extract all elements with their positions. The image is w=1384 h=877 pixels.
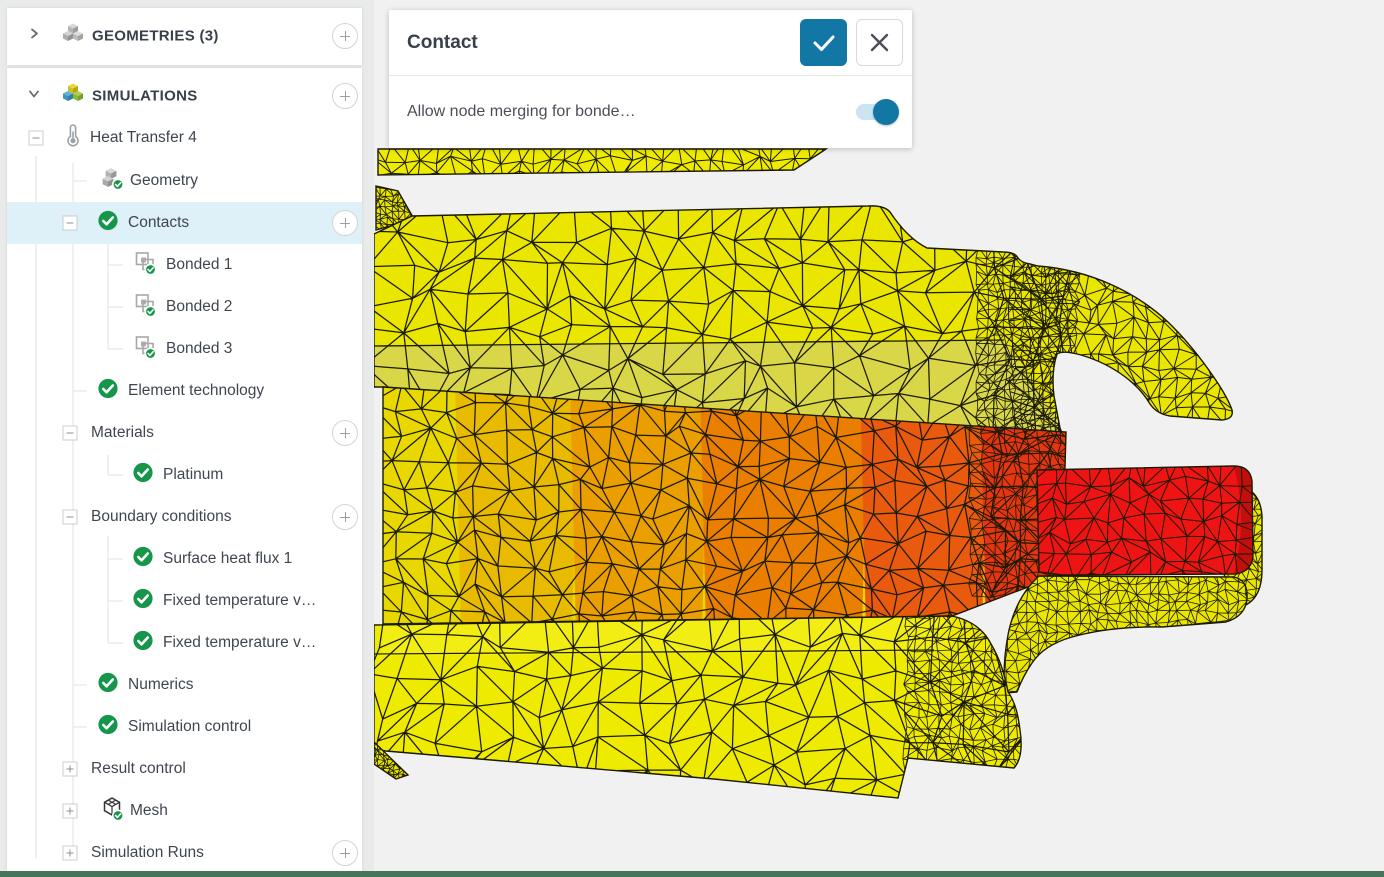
cubes-gray-icon bbox=[61, 22, 85, 51]
expand-box[interactable] bbox=[63, 762, 78, 777]
collapse-box[interactable] bbox=[29, 131, 44, 146]
contact-dialog: Contact Allow node merging for bonde… bbox=[389, 10, 912, 148]
check-icon bbox=[98, 714, 119, 740]
tree-item-numerics[interactable]: Numerics bbox=[7, 664, 362, 706]
tree-item-label: Heat Transfer 4 bbox=[90, 129, 197, 147]
toggle-knob bbox=[873, 99, 899, 125]
tree-item-label: Numerics bbox=[128, 676, 193, 694]
section-geometries-3[interactable]: GEOMETRIES (3) bbox=[7, 8, 362, 64]
tree-item-platinum[interactable]: Platinum bbox=[7, 454, 362, 496]
tree-item-simulation-runs[interactable]: Simulation Runs bbox=[7, 832, 362, 871]
dialog-body: Allow node merging for bonde… bbox=[389, 76, 912, 147]
tree-item-result-control[interactable]: Result control bbox=[7, 748, 362, 790]
add-button[interactable] bbox=[332, 83, 358, 109]
tree-item-bonded-1[interactable]: Bonded 1 bbox=[7, 244, 362, 286]
collapse-box[interactable] bbox=[63, 426, 78, 441]
tree-item-contacts[interactable]: Contacts bbox=[7, 202, 362, 244]
tree-item-label: Bonded 1 bbox=[166, 256, 232, 274]
section-label: GEOMETRIES (3) bbox=[92, 28, 219, 45]
simulations-panel: SIMULATIONS Heat Transfer 4 Geometry Conta… bbox=[7, 68, 362, 871]
tree-item-bonded-2[interactable]: Bonded 2 bbox=[7, 286, 362, 328]
tree-item-heat-transfer-4[interactable]: Heat Transfer 4 bbox=[7, 117, 362, 159]
check-icon bbox=[98, 672, 119, 698]
setting-label: Allow node merging for bonde… bbox=[407, 103, 636, 121]
tree-item-fixed-temperature-v[interactable]: Fixed temperature v… bbox=[7, 622, 362, 664]
cubes-color-icon bbox=[61, 82, 85, 111]
tree-item-boundary-conditions[interactable]: Boundary conditions bbox=[7, 496, 362, 538]
bonded-icon bbox=[133, 334, 159, 365]
tree-item-label: Surface heat flux 1 bbox=[163, 550, 292, 568]
tree-item-geometry[interactable]: Geometry bbox=[7, 160, 362, 202]
check-icon bbox=[98, 378, 119, 404]
tree-item-simulation-control[interactable]: Simulation control bbox=[7, 706, 362, 748]
tree-item-label: Element technology bbox=[128, 382, 264, 400]
tree-item-label: Platinum bbox=[163, 466, 223, 484]
check-icon bbox=[98, 210, 119, 236]
bonded-icon bbox=[133, 292, 159, 323]
tree-item-label: Materials bbox=[91, 424, 154, 442]
bonded-icon bbox=[133, 250, 159, 281]
tree-item-label: Fixed temperature v… bbox=[163, 592, 316, 610]
add-button[interactable] bbox=[332, 23, 358, 49]
dialog-title: Contact bbox=[407, 32, 478, 54]
tree-item-label: Bonded 3 bbox=[166, 340, 232, 358]
tree-item-label: Bonded 2 bbox=[166, 298, 232, 316]
tree-item-fixed-temperature-v[interactable]: Fixed temperature v… bbox=[7, 580, 362, 622]
tree-item-label: Simulation control bbox=[128, 718, 251, 736]
tree-item-label: Boundary conditions bbox=[91, 508, 231, 526]
expand-box[interactable] bbox=[63, 846, 78, 861]
chevron-down-icon[interactable] bbox=[27, 87, 41, 106]
check-icon bbox=[133, 588, 154, 614]
tree-item-label: Simulation Runs bbox=[91, 844, 204, 862]
tree-item-label: Fixed temperature v… bbox=[163, 634, 316, 652]
check-icon bbox=[133, 546, 154, 572]
check-icon bbox=[133, 462, 154, 488]
section-simulations[interactable]: SIMULATIONS bbox=[7, 68, 362, 124]
tree-item-surface-heat-flux-1[interactable]: Surface heat flux 1 bbox=[7, 538, 362, 580]
tree-item-element-technology[interactable]: Element technology bbox=[7, 370, 362, 412]
chevron-right-icon[interactable] bbox=[27, 27, 41, 46]
check-icon bbox=[133, 630, 154, 656]
tree-item-label: Mesh bbox=[130, 802, 168, 820]
thermometer-icon bbox=[63, 123, 83, 154]
collapse-box[interactable] bbox=[63, 510, 78, 525]
confirm-button[interactable] bbox=[800, 19, 847, 66]
tree-item-label: Geometry bbox=[130, 172, 198, 190]
mesh-check-icon bbox=[100, 796, 126, 827]
add-button[interactable] bbox=[332, 210, 358, 236]
cubes-check-icon bbox=[100, 166, 126, 197]
dialog-header: Contact bbox=[389, 10, 912, 76]
section-label: SIMULATIONS bbox=[92, 88, 198, 105]
tree-item-label: Contacts bbox=[128, 214, 189, 232]
tree-item-mesh[interactable]: Mesh bbox=[7, 790, 362, 832]
add-button[interactable] bbox=[332, 840, 358, 866]
node-merging-toggle[interactable] bbox=[856, 103, 896, 121]
add-button[interactable] bbox=[332, 420, 358, 446]
collapse-box[interactable] bbox=[63, 216, 78, 231]
geometries-panel: GEOMETRIES (3) bbox=[7, 8, 362, 65]
status-bar bbox=[0, 871, 1384, 877]
add-button[interactable] bbox=[332, 504, 358, 530]
tree-item-bonded-3[interactable]: Bonded 3 bbox=[7, 328, 362, 370]
tree-item-label: Result control bbox=[91, 760, 186, 778]
close-button[interactable] bbox=[856, 19, 903, 66]
close-icon bbox=[857, 20, 902, 65]
expand-box[interactable] bbox=[63, 804, 78, 819]
check-icon bbox=[801, 20, 846, 65]
tree-item-materials[interactable]: Materials bbox=[7, 412, 362, 454]
